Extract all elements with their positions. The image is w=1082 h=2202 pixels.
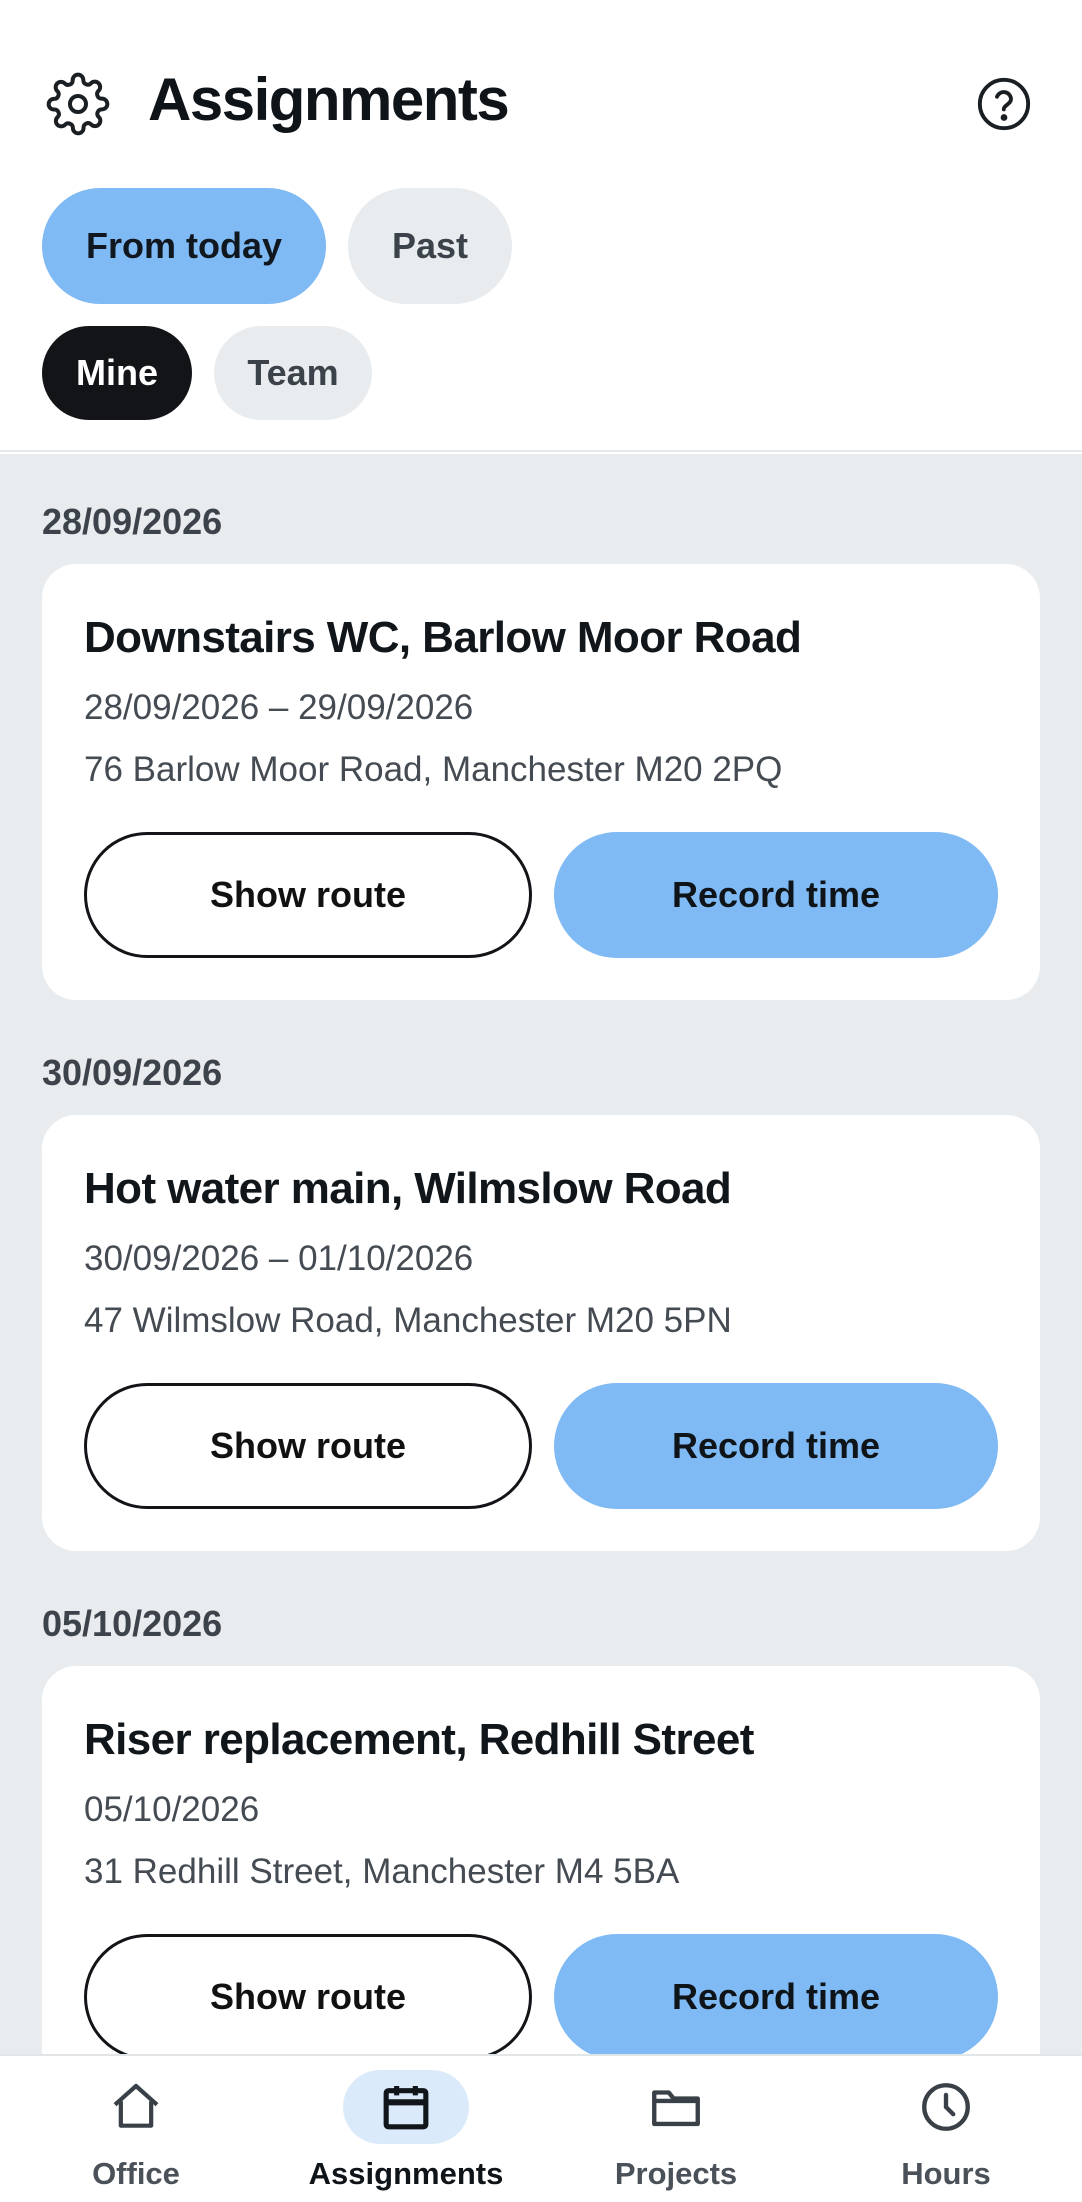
assignment-address: 31 Redhill Street, Manchester M4 5BA (84, 1852, 680, 1891)
gear-icon[interactable] (42, 68, 114, 140)
assignment-title: Riser replacement, Redhill Street (84, 1715, 754, 1764)
nav-office[interactable]: Office (36, 2056, 236, 2202)
assignment-address: 47 Wilmslow Road, Manchester M20 5PN (84, 1301, 732, 1340)
assignment-card[interactable]: Hot water main, Wilmslow Road 30/09/2026… (42, 1115, 1040, 1551)
top-bar: Assignments From today Past Mine Team (0, 0, 1082, 452)
nav-label: Hours (901, 2156, 991, 2191)
nav-projects[interactable]: Projects (576, 2056, 776, 2202)
assignment-dates: 30/09/2026 – 01/10/2026 (84, 1239, 474, 1278)
help-icon[interactable] (968, 68, 1040, 140)
nav-label: Office (92, 2156, 180, 2191)
filter-past[interactable]: Past (348, 188, 512, 304)
assignment-dates: 05/10/2026 (84, 1790, 260, 1829)
filter-team[interactable]: Team (214, 326, 372, 420)
period-filter: From today Past (42, 188, 512, 304)
assignment-title: Downstairs WC, Barlow Moor Road (84, 613, 802, 662)
record-time-button[interactable]: Record time (554, 1383, 998, 1509)
assignments-list[interactable]: 28/09/2026 Downstairs WC, Barlow Moor Ro… (0, 454, 1082, 2056)
filter-from-today[interactable]: From today (42, 188, 326, 304)
assignment-card[interactable]: Riser replacement, Redhill Street 05/10/… (42, 1666, 1040, 2056)
assignment-address: 76 Barlow Moor Road, Manchester M20 2PQ (84, 750, 783, 789)
folder-icon (613, 2070, 739, 2144)
filter-mine[interactable]: Mine (42, 326, 192, 420)
home-icon (73, 2070, 199, 2144)
app-screen: Assignments From today Past Mine Team 28… (0, 0, 1082, 2202)
nav-label: Projects (614, 2156, 738, 2191)
date-heading: 28/09/2026 (42, 501, 223, 542)
nav-label: Assignments (308, 2156, 504, 2191)
nav-assignments[interactable]: Assignments (306, 2056, 506, 2202)
show-route-button[interactable]: Show route (84, 1383, 532, 1509)
scope-filter: Mine Team (42, 326, 372, 420)
assignment-card[interactable]: Downstairs WC, Barlow Moor Road 28/09/20… (42, 564, 1040, 1000)
date-heading: 05/10/2026 (42, 1603, 223, 1644)
show-route-button[interactable]: Show route (84, 1934, 532, 2056)
show-route-button[interactable]: Show route (84, 832, 532, 958)
calendar-icon (343, 2070, 469, 2144)
page-title: Assignments (148, 66, 510, 133)
record-time-button[interactable]: Record time (554, 832, 998, 958)
nav-hours[interactable]: Hours (846, 2056, 1046, 2202)
record-time-button[interactable]: Record time (554, 1934, 998, 2056)
assignment-dates: 28/09/2026 – 29/09/2026 (84, 688, 474, 727)
bottom-navigation: Office Assignments Projects Hours (0, 2054, 1082, 2202)
clock-icon (883, 2070, 1009, 2144)
date-heading: 30/09/2026 (42, 1052, 223, 1093)
assignment-title: Hot water main, Wilmslow Road (84, 1164, 732, 1213)
